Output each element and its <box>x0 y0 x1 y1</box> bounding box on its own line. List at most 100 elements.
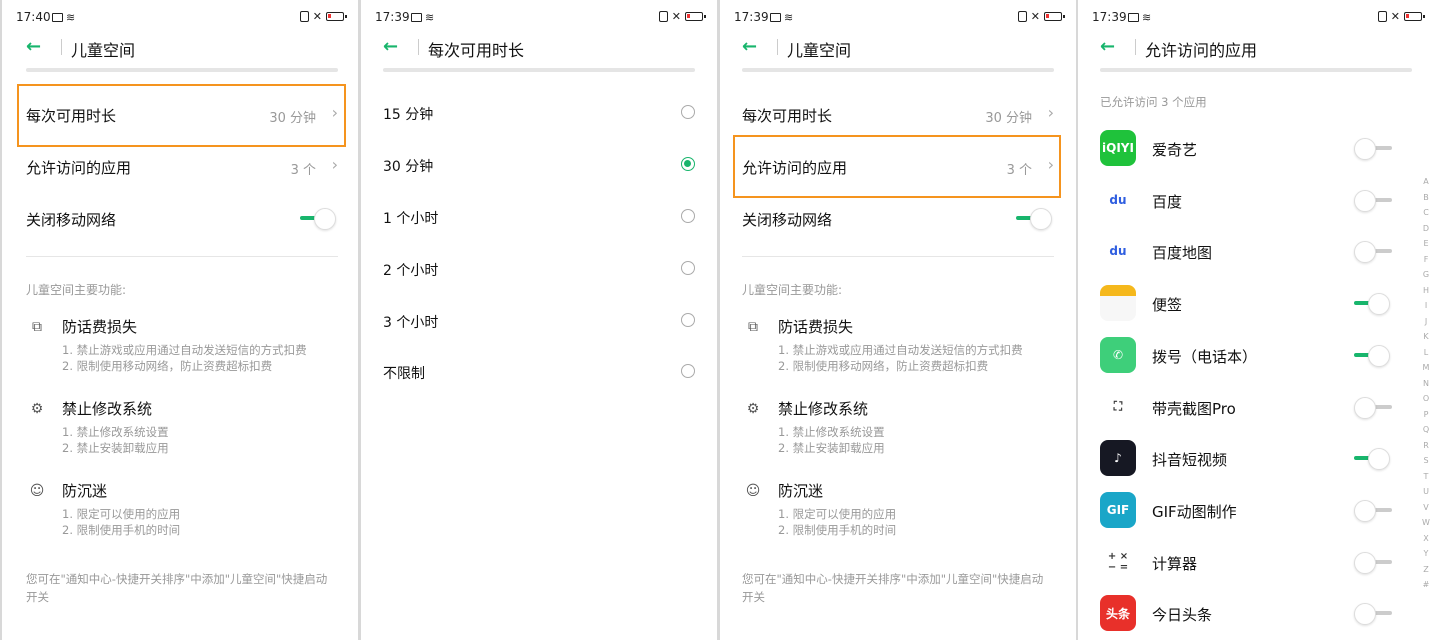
app-list-item[interactable]: + × − = 计算器 <box>1100 536 1392 588</box>
alphabet-letter[interactable]: B <box>1423 190 1429 206</box>
option-2-hours[interactable]: 2 个小时 <box>383 244 695 296</box>
screen-kids-space-1: 17:40 ≋ ✕ ← 儿童空间 每次可用时长 30 分钟 › 允许访问的应用 … <box>2 0 358 640</box>
page-title: 允许访问的应用 <box>1145 41 1258 60</box>
option-3-hours[interactable]: 3 个小时 <box>383 296 695 348</box>
row-usage-duration[interactable]: 每次可用时长 30 分钟 › <box>742 88 1054 140</box>
app-list-item[interactable]: du 百度地图 <box>1100 225 1392 277</box>
mobile-network-toggle[interactable] <box>1016 208 1054 230</box>
alphabet-letter[interactable]: R <box>1423 438 1429 454</box>
alphabet-letter[interactable]: D <box>1423 221 1429 237</box>
app-access-toggle[interactable] <box>1354 396 1392 419</box>
option-30-min[interactable]: 30 分钟 <box>383 140 695 192</box>
alphabet-letter[interactable]: F <box>1424 252 1429 268</box>
header-separator <box>1135 39 1136 55</box>
alphabet-letter[interactable]: U <box>1423 484 1429 500</box>
app-list-item[interactable]: ⛶ 带壳截图Pro <box>1100 381 1392 433</box>
app-access-toggle[interactable] <box>1354 293 1392 316</box>
alphabet-letter[interactable]: O <box>1423 391 1429 407</box>
back-arrow-icon[interactable]: ← <box>1100 38 1115 56</box>
battery-icon <box>1044 12 1065 21</box>
alphabet-letter[interactable]: # <box>1423 577 1430 593</box>
radio-button[interactable] <box>681 313 695 327</box>
app-list-item[interactable]: ♪ 抖音短视频 <box>1100 432 1392 484</box>
alphabet-letter[interactable]: W <box>1422 515 1430 531</box>
app-list-item[interactable]: GIF GIF动图制作 <box>1100 484 1392 536</box>
screen-kids-space-2: 17:39 ≋ ✕ ← 儿童空间 每次可用时长 30 分钟 › 允许访问的应用 … <box>720 0 1076 640</box>
feature-title: 防沉迷 <box>62 482 108 500</box>
alphabet-letter[interactable]: V <box>1423 500 1428 516</box>
app-access-toggle[interactable] <box>1354 241 1392 264</box>
section-title: 儿童空间主要功能: <box>26 283 127 297</box>
status-bar: 17:39 ≋ ✕ <box>1092 8 1425 26</box>
app-name: 今日头条 <box>1152 606 1213 625</box>
message-icon: ⧉ <box>32 319 42 335</box>
alphabet-letter[interactable]: H <box>1423 283 1429 299</box>
back-arrow-icon[interactable]: ← <box>383 38 398 56</box>
app-access-toggle[interactable] <box>1354 138 1392 160</box>
footer-note: 您可在"通知中心-快捷开关排序"中添加"儿童空间"快捷启动开关 <box>742 572 1044 604</box>
mobile-network-toggle[interactable] <box>300 208 338 230</box>
app-icon: du <box>1100 181 1136 218</box>
screens-container: 17:40 ≋ ✕ ← 儿童空间 每次可用时长 30 分钟 › 允许访问的应用 … <box>0 0 1436 640</box>
allowed-count-label: 已允许访问 3 个应用 <box>1100 95 1207 109</box>
app-list-item[interactable]: 便签 <box>1100 277 1392 329</box>
radio-button-selected[interactable] <box>681 157 695 171</box>
alphabet-letter[interactable]: C <box>1423 205 1429 221</box>
app-list-item[interactable]: iQIYI 爱奇艺 <box>1100 122 1392 174</box>
alphabet-letter[interactable]: X <box>1423 531 1428 547</box>
alphabet-letter[interactable]: K <box>1423 329 1428 345</box>
alphabet-letter[interactable]: P <box>1424 407 1429 423</box>
app-access-toggle[interactable] <box>1354 499 1392 522</box>
alphabet-letter[interactable]: Q <box>1423 422 1429 438</box>
option-unlimited[interactable]: 不限制 <box>383 347 695 399</box>
feature-fee-protection: ⧉ 防话费损失 1. 禁止游戏或应用通过自动发送短信的方式扣费 2. 限制使用移… <box>26 316 338 376</box>
alphabet-letter[interactable]: T <box>1424 469 1429 485</box>
radio-button[interactable] <box>681 209 695 223</box>
alphabet-index[interactable]: A B C D E F G H I J K L M N O P Q R S T U V W X Y Z # <box>1420 174 1432 593</box>
alphabet-letter[interactable]: E <box>1423 236 1428 252</box>
vibrate-off-icon: ✕ <box>312 10 322 23</box>
app-list-item[interactable]: du 百度 <box>1100 174 1392 226</box>
alphabet-letter[interactable]: A <box>1423 174 1428 190</box>
feature-anti-addiction: ☺ 防沉迷 1. 限定可以使用的应用 2. 限制使用手机的时间 <box>26 480 338 540</box>
alphabet-letter[interactable]: G <box>1423 267 1429 283</box>
alphabet-letter[interactable]: S <box>1423 453 1428 469</box>
app-list-item[interactable]: ✆ 拨号（电话本） <box>1100 329 1392 381</box>
alphabet-letter[interactable]: L <box>1424 345 1428 361</box>
wifi-icon: ≋ <box>1142 11 1152 24</box>
option-label: 不限制 <box>383 366 425 382</box>
app-list-item[interactable]: 头条 今日头条 <box>1100 587 1392 639</box>
notification-icon <box>411 13 422 22</box>
alphabet-letter[interactable]: M <box>1423 360 1430 376</box>
feature-title: 防话费损失 <box>62 318 138 336</box>
alphabet-letter[interactable]: I <box>1425 298 1427 314</box>
app-icon: GIF <box>1100 491 1136 528</box>
alphabet-letter[interactable]: Z <box>1423 562 1428 578</box>
battery-icon <box>1404 12 1425 21</box>
app-access-toggle[interactable] <box>1354 189 1392 212</box>
settings-icon: ⚙ <box>746 401 760 417</box>
radio-button[interactable] <box>681 105 695 119</box>
feature-line: 2. 限制使用移动网络，防止资费超标扣费 <box>778 359 989 373</box>
app-icon: ♪ <box>1100 440 1136 477</box>
wifi-icon: ≋ <box>425 11 435 24</box>
app-name: 百度地图 <box>1152 244 1213 263</box>
back-arrow-icon[interactable]: ← <box>742 38 757 56</box>
option-1-hour[interactable]: 1 个小时 <box>383 192 695 244</box>
radio-button[interactable] <box>681 261 695 275</box>
app-access-toggle[interactable] <box>1354 448 1392 471</box>
radio-button[interactable] <box>681 364 695 378</box>
alphabet-letter[interactable]: J <box>1425 314 1427 330</box>
app-access-toggle[interactable] <box>1354 344 1392 367</box>
back-arrow-icon[interactable]: ← <box>26 38 41 56</box>
row-allowed-apps[interactable]: 允许访问的应用 3 个 › <box>26 140 338 192</box>
feature-line: 2. 限制使用手机的时间 <box>62 523 181 537</box>
alphabet-letter[interactable]: Y <box>1424 546 1429 562</box>
status-bar: 17:40 ≋ ✕ <box>16 8 347 26</box>
feature-line: 1. 禁止游戏或应用通过自动发送短信的方式扣费 <box>62 343 307 357</box>
alphabet-letter[interactable]: N <box>1423 376 1429 392</box>
app-access-toggle[interactable] <box>1354 603 1392 626</box>
app-access-toggle[interactable] <box>1354 551 1392 574</box>
app-name: 抖音短视频 <box>1152 451 1228 470</box>
option-15-min[interactable]: 15 分钟 <box>383 88 695 140</box>
